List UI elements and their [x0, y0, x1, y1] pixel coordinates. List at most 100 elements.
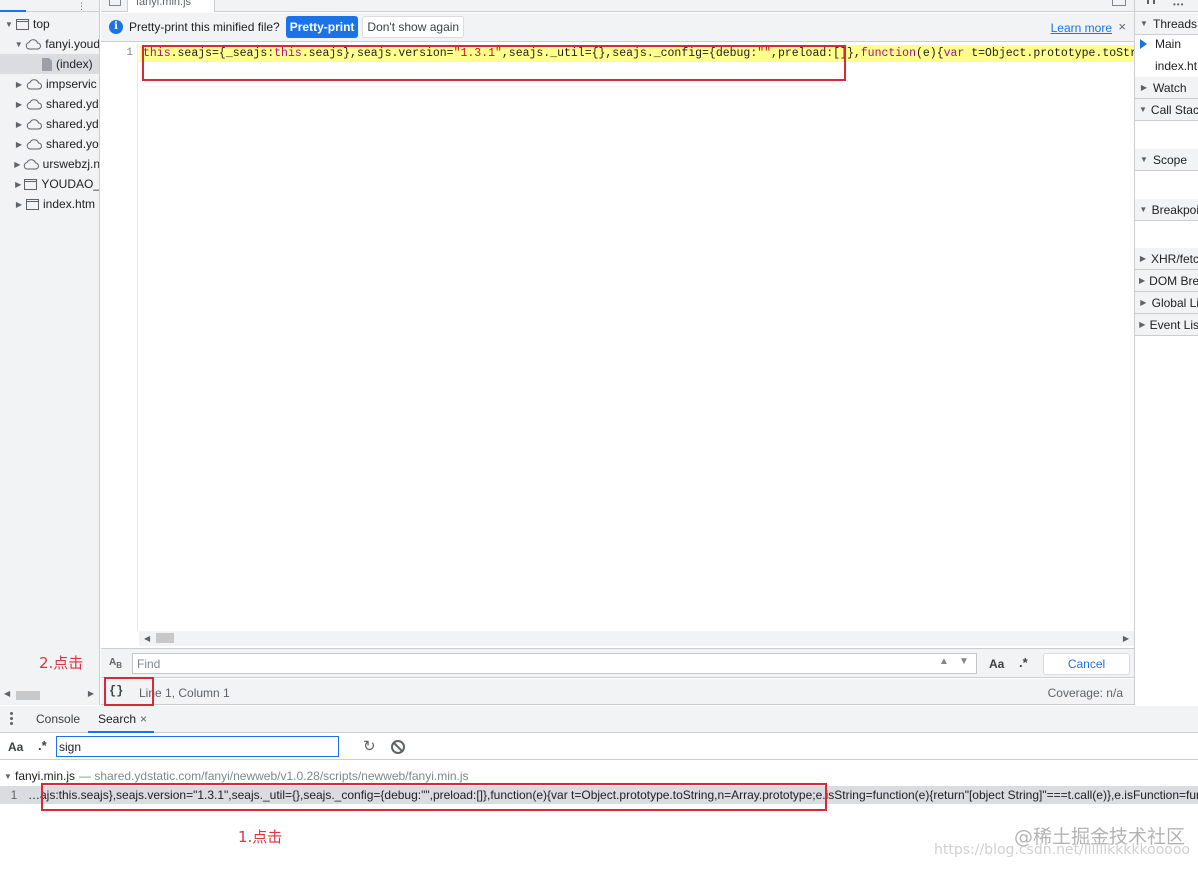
watch-pane-header[interactable]: ▶ Watch: [1135, 77, 1198, 99]
cloud-icon: [26, 78, 42, 90]
pretty-print-icon[interactable]: {}: [109, 684, 123, 698]
result-file-name: fanyi.min.js: [15, 769, 76, 783]
pause-icon[interactable]: [1147, 0, 1155, 4]
tree-item-label: fanyi.youd: [45, 37, 100, 51]
find-replace-toggle-icon[interactable]: AB: [109, 657, 122, 670]
tree-item[interactable]: ▼ top: [0, 14, 99, 34]
refresh-icon[interactable]: ↻: [363, 737, 376, 755]
toggle-navigator-icon[interactable]: [109, 0, 121, 6]
file-icon: [42, 57, 52, 71]
code-horizontal-scrollbar[interactable]: ◀ ▶: [139, 631, 1134, 646]
scroll-right-icon[interactable]: ▶: [88, 689, 94, 698]
collapsed-triangle-icon[interactable]: ▶: [14, 140, 24, 149]
cloud-icon: [26, 98, 42, 110]
code-token: function: [860, 47, 916, 60]
thread-index-label: index.ht: [1155, 59, 1198, 73]
tree-item[interactable]: ▶ YOUDAO_: [0, 174, 100, 194]
thread-main[interactable]: Main: [1135, 33, 1198, 55]
code-token: "": [757, 47, 772, 60]
tab-console[interactable]: Console: [36, 706, 80, 733]
dom-label: DOM Bre: [1149, 273, 1198, 288]
tree-item[interactable]: ▶ impservic: [0, 74, 99, 94]
collapsed-triangle-icon[interactable]: ▶: [14, 180, 22, 189]
collapsed-triangle-icon[interactable]: ▶: [14, 80, 24, 89]
debugger-sidebar: ••• ▼ Threads Main index.ht ▶ Watch ▼ Ca…: [1134, 0, 1198, 705]
cloud-icon: [23, 158, 39, 170]
match-line-number: 1: [10, 788, 18, 802]
navigator-tab-strip: ⋮: [0, 0, 99, 12]
find-previous-icon[interactable]: ▲: [939, 656, 949, 667]
expanded-triangle-icon: ▼: [1140, 19, 1148, 28]
editor-tab-fanyi-min-js[interactable]: fanyi.min.js: [127, 0, 215, 12]
more-icon[interactable]: ⋮: [77, 1, 86, 12]
code-editor[interactable]: 1 this.seajs={_seajs:this.seajs},seajs.v…: [101, 43, 1134, 631]
dont-show-again-button[interactable]: Don't show again: [362, 16, 465, 38]
code-line-1[interactable]: this.seajs={_seajs:this.seajs},seajs.ver…: [139, 45, 1134, 62]
xhr-breakpoints-pane-header[interactable]: ▶ XHR/fetc: [1135, 248, 1198, 270]
scrollbar-thumb[interactable]: [156, 633, 174, 643]
collapsed-triangle-icon[interactable]: ▶: [14, 200, 24, 209]
navigator-horizontal-scrollbar[interactable]: ◀ ▶: [0, 687, 99, 703]
learn-more-link[interactable]: Learn more: [1051, 21, 1112, 35]
search-input[interactable]: [56, 736, 339, 757]
tree-item-label: urswebzj.n: [42, 157, 100, 171]
more-icon[interactable]: •••: [1173, 0, 1184, 9]
tree-item[interactable]: (index): [0, 54, 99, 74]
toggle-debugger-icon[interactable]: [1112, 0, 1126, 6]
info-icon: i: [109, 20, 123, 34]
collapsed-triangle-icon[interactable]: ▶: [14, 120, 24, 129]
tree-item[interactable]: ▶ index.htm: [0, 194, 99, 214]
event-label: Event Lis: [1149, 317, 1198, 332]
frame-icon: [16, 18, 29, 30]
global-listeners-pane-header[interactable]: ▶ Global Li: [1135, 292, 1198, 314]
close-icon[interactable]: ×: [140, 706, 147, 733]
global-label: Global Li: [1151, 295, 1198, 310]
breakpoints-pane-header[interactable]: ▼ Breakpoi: [1135, 199, 1198, 221]
find-cancel-button[interactable]: Cancel: [1043, 653, 1130, 675]
tree-item[interactable]: ▼ fanyi.youd: [0, 34, 100, 54]
scrollbar-thumb[interactable]: [16, 691, 40, 700]
result-match-row[interactable]: 1 …ajs:this.seajs},seajs.version="1.3.1"…: [0, 786, 1198, 804]
result-file-row[interactable]: ▼ fanyi.min.js — shared.ydstatic.com/fan…: [0, 767, 469, 785]
collapsed-triangle-icon[interactable]: ▶: [14, 160, 21, 169]
tab-search[interactable]: Search: [98, 706, 136, 733]
event-listeners-pane-header[interactable]: ▶ Event Lis: [1135, 314, 1198, 336]
regex-button[interactable]: .*: [38, 738, 47, 753]
match-case-button[interactable]: Aa: [8, 740, 23, 754]
clear-icon[interactable]: [391, 740, 405, 754]
drawer-menu-icon[interactable]: [10, 712, 13, 726]
match-case-button[interactable]: Aa: [989, 657, 1004, 671]
scroll-left-icon[interactable]: ◀: [144, 634, 150, 643]
scroll-right-icon[interactable]: ▶: [1123, 634, 1129, 643]
expanded-triangle-icon[interactable]: ▼: [14, 40, 23, 49]
tree-item[interactable]: ▶ urswebzj.n: [0, 154, 100, 174]
call-stack-pane-header[interactable]: ▼ Call Stack: [1135, 99, 1198, 121]
regex-button[interactable]: .*: [1019, 655, 1028, 670]
collapsed-triangle-icon: ▶: [1139, 254, 1147, 263]
navigator-active-tab-indicator[interactable]: [0, 10, 26, 12]
frame-icon: [26, 198, 39, 210]
close-icon[interactable]: ×: [1118, 19, 1126, 34]
thread-index[interactable]: index.ht: [1135, 55, 1198, 77]
collapsed-triangle-icon: ▶: [1140, 83, 1148, 92]
current-thread-icon: [1140, 39, 1147, 49]
code-token: .seajs},seajs.version=: [301, 47, 454, 60]
file-navigator: ⋮ ▼ top ▼ fanyi.youd (index) ▶ impservic ▶ share…: [0, 0, 100, 705]
tree-item[interactable]: ▶ shared.yo: [0, 134, 99, 154]
tree-item[interactable]: ▶ shared.yd: [0, 94, 99, 114]
expanded-triangle-icon[interactable]: ▼: [4, 20, 14, 29]
tree-item-label: YOUDAO_: [41, 177, 100, 191]
pretty-print-button[interactable]: Pretty-print: [285, 16, 359, 38]
scroll-left-icon[interactable]: ◀: [4, 689, 10, 698]
threads-pane-header[interactable]: ▼ Threads: [1135, 13, 1198, 35]
find-next-icon[interactable]: ▼: [959, 656, 969, 667]
collapsed-triangle-icon[interactable]: ▶: [14, 100, 24, 109]
cloud-icon: [26, 138, 42, 150]
tree-item[interactable]: ▶ shared.yd: [0, 114, 99, 134]
find-input[interactable]: [132, 653, 977, 674]
annotation-step-2: 2.点击: [39, 654, 84, 672]
dom-breakpoints-pane-header[interactable]: ▶ DOM Bre: [1135, 270, 1198, 292]
infobar-message: Pretty-print this minified file?: [129, 20, 280, 34]
scope-pane-header[interactable]: ▼ Scope: [1135, 149, 1198, 171]
watermark-url: https://blog.csdn.net/llllllkkkkkooooo: [934, 842, 1190, 858]
